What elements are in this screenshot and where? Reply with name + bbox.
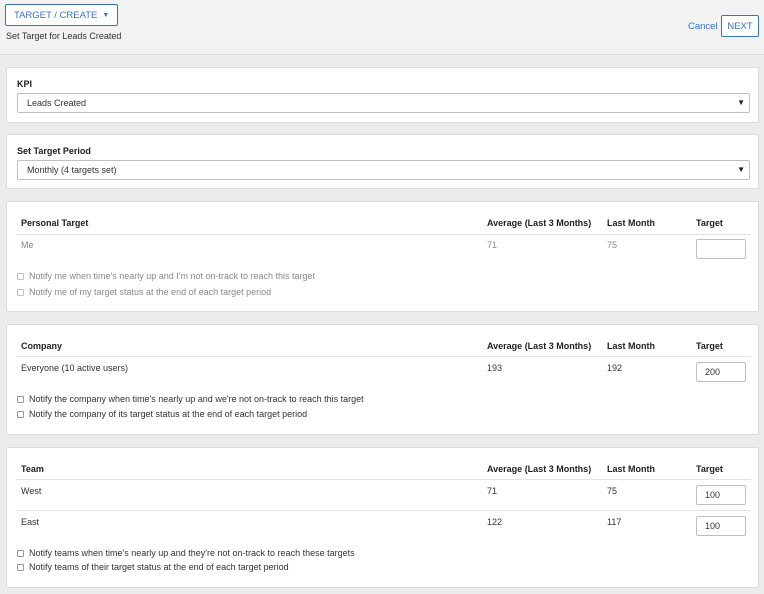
company-target-card: Company Average (Last 3 Months) Last Mon…: [6, 324, 759, 435]
checkbox[interactable]: [17, 410, 24, 418]
last-month-column-header: Last Month: [607, 464, 655, 474]
personal-target-card: Personal Target Average (Last 3 Months) …: [6, 201, 759, 312]
personal-target-input[interactable]: [696, 239, 746, 259]
row-last-month: 117: [607, 517, 622, 527]
target-column-header: Target: [696, 464, 723, 474]
row-name: Me: [21, 240, 34, 250]
checkbox-label: Notify the company when time's nearly up…: [29, 394, 364, 404]
breadcrumb-label: TARGET / CREATE: [14, 9, 98, 21]
header-divider: [16, 479, 751, 480]
row-average: 71: [487, 486, 498, 496]
team-west-target-input[interactable]: 100: [696, 485, 746, 505]
last-month-column-header: Last Month: [607, 341, 655, 351]
breadcrumb-dropdown[interactable]: TARGET / CREATE ▼: [5, 4, 119, 26]
average-column-header: Average (Last 3 Months): [487, 341, 592, 351]
target-period-select[interactable]: Monthly (4 targets set) ▼: [17, 160, 750, 180]
checkbox[interactable]: [17, 395, 24, 403]
team-target-card: Team Average (Last 3 Months) Last Month …: [6, 447, 759, 588]
kpi-selected-value: Leads Created: [27, 98, 87, 108]
page-subtitle: Set Target for Leads Created: [6, 31, 122, 41]
last-month-column-header: Last Month: [607, 218, 655, 228]
personal-notify-not-on-track[interactable]: Notify me when time's nearly up and I'm …: [17, 271, 315, 281]
checkbox-label: Notify me of my target status at the end…: [29, 287, 272, 297]
checkbox[interactable]: [17, 563, 24, 571]
target-period-label: Set Target Period: [17, 146, 91, 156]
header-divider: [16, 356, 751, 357]
row-name: West: [21, 486, 42, 496]
dropdown-arrow-icon: ▼: [737, 98, 745, 107]
checkbox[interactable]: [17, 272, 24, 280]
top-bar: TARGET / CREATE ▼ Set Target for Leads C…: [0, 0, 764, 55]
row-name: Everyone (10 active users): [21, 363, 129, 373]
personal-notify-end-of-period[interactable]: Notify me of my target status at the end…: [17, 287, 271, 297]
row-last-month: 75: [607, 240, 618, 250]
target-column-header: Target: [696, 218, 723, 228]
cancel-link[interactable]: Cancel: [688, 21, 718, 32]
kpi-label: KPI: [17, 79, 33, 89]
average-column-header: Average (Last 3 Months): [487, 218, 592, 228]
average-column-header: Average (Last 3 Months): [487, 464, 592, 474]
caret-down-icon: ▼: [102, 11, 110, 19]
checkbox-label: Notify me when time's nearly up and I'm …: [29, 271, 316, 281]
personal-target-heading: Personal Target: [21, 218, 89, 228]
kpi-card: KPI Leads Created ▼: [6, 67, 759, 123]
row-last-month: 192: [607, 363, 623, 373]
row-last-month: 75: [607, 486, 618, 496]
company-target-input[interactable]: 200: [696, 362, 746, 382]
row-average: 193: [487, 363, 503, 373]
team-heading: Team: [21, 464, 44, 474]
checkbox-label: Notify the company of its target status …: [29, 409, 308, 419]
row-divider: [16, 510, 751, 511]
row-average: 71: [487, 240, 498, 250]
team-notify-not-on-track[interactable]: Notify teams when time's nearly up and t…: [17, 548, 355, 558]
checkbox-label: Notify teams of their target status at t…: [29, 562, 289, 572]
team-notify-end-of-period[interactable]: Notify teams of their target status at t…: [17, 562, 289, 572]
checkbox[interactable]: [17, 549, 24, 557]
checkbox[interactable]: [17, 288, 24, 296]
target-column-header: Target: [696, 341, 723, 351]
checkbox-label: Notify teams when time's nearly up and t…: [29, 548, 355, 558]
kpi-select[interactable]: Leads Created ▼: [17, 93, 750, 113]
header-divider: [16, 234, 751, 235]
team-east-target-input[interactable]: 100: [696, 516, 746, 536]
company-notify-not-on-track[interactable]: Notify the company when time's nearly up…: [17, 394, 364, 404]
company-notify-end-of-period[interactable]: Notify the company of its target status …: [17, 409, 307, 419]
target-period-selected-value: Monthly (4 targets set): [27, 165, 117, 175]
row-average: 122: [487, 517, 503, 527]
next-button[interactable]: NEXT: [721, 15, 759, 37]
target-period-card: Set Target Period Monthly (4 targets set…: [6, 134, 759, 189]
dropdown-arrow-icon: ▼: [737, 165, 745, 174]
company-heading: Company: [21, 341, 63, 351]
row-name: East: [21, 517, 40, 527]
